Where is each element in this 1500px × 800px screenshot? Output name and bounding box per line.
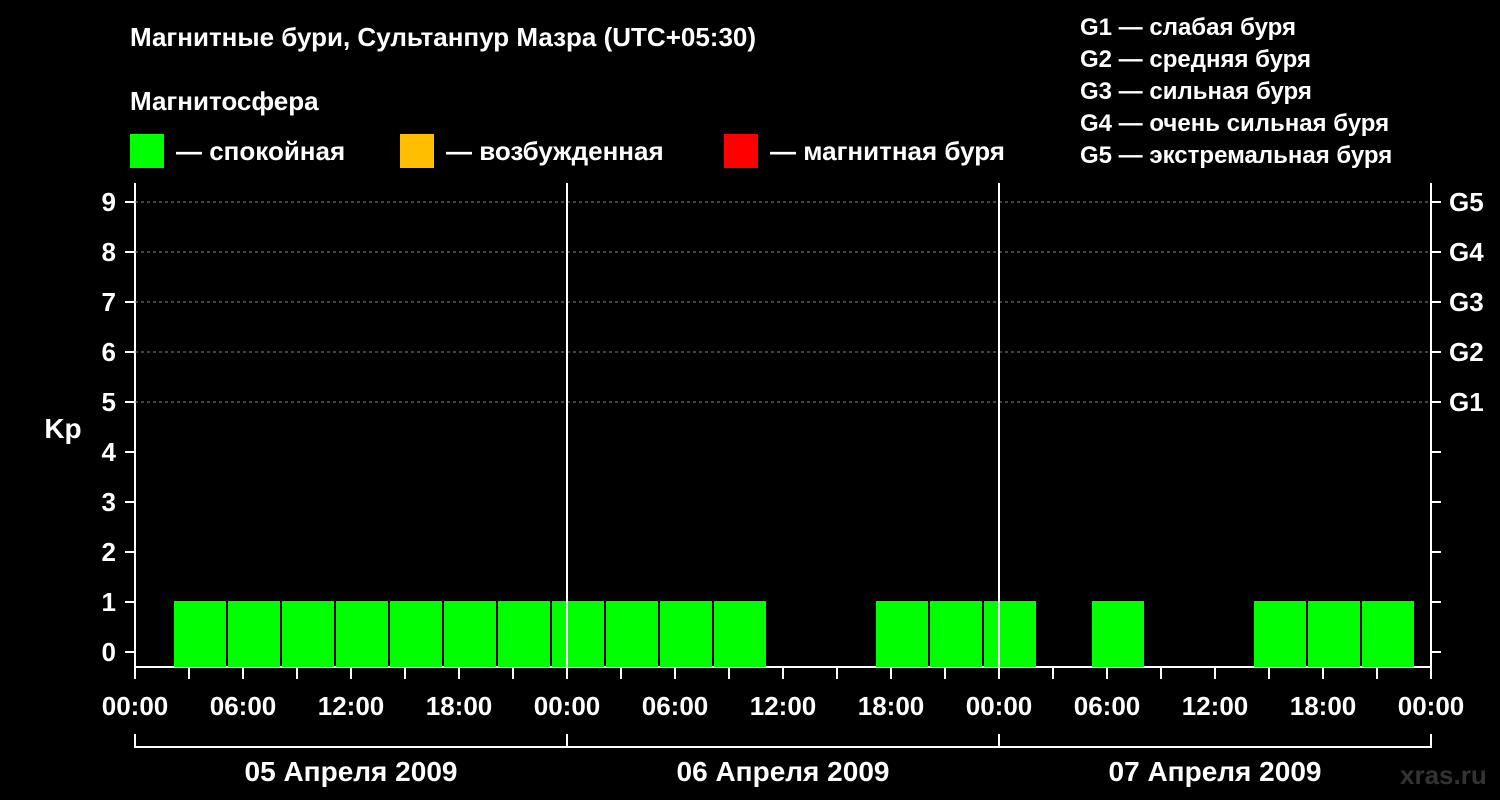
kp-bar [930,601,982,667]
kp-bar [1254,601,1306,667]
kp-bar [1308,601,1360,667]
g-scale-label: G1 [1449,387,1484,417]
x-tick-label: 00:00 [966,691,1033,721]
day-label: 07 Апреля 2009 [1109,756,1322,787]
g-scale-label: G3 [1449,287,1484,317]
kp-bar [876,601,928,667]
kp-bar [552,601,604,667]
kp-bar [1092,601,1144,667]
watermark: xras.ru [1400,760,1487,790]
x-tick-label: 18:00 [1290,691,1357,721]
kp-bar [984,601,1036,667]
kp-bar [498,601,550,667]
day-label: 06 Апреля 2009 [677,756,890,787]
y-tick-label: 3 [102,487,116,517]
y-tick-label: 7 [102,287,116,317]
x-tick-label: 06:00 [642,691,709,721]
y-axis-label: Kp [44,413,81,444]
x-tick-label: 12:00 [1182,691,1249,721]
g-scale-label: G5 [1449,187,1484,217]
x-tick-label: 00:00 [102,691,169,721]
kp-bar [1362,601,1414,667]
x-tick-label: 00:00 [1398,691,1465,721]
y-tick-label: 5 [102,387,116,417]
y-tick-label: 4 [102,437,117,467]
y-tick-label: 9 [102,187,116,217]
kp-bar [444,601,496,667]
kp-bar [336,601,388,667]
g-scale-label: G2 [1449,337,1484,367]
x-tick-label: 06:00 [1074,691,1141,721]
g-scale-label: G4 [1449,237,1484,267]
kp-bar [660,601,712,667]
x-tick-label: 18:00 [426,691,493,721]
y-tick-label: 1 [102,587,116,617]
y-tick-label: 0 [102,637,116,667]
y-tick-label: 8 [102,237,116,267]
kp-bar [282,601,334,667]
x-tick-label: 12:00 [750,691,817,721]
kp-bar [606,601,658,667]
kp-bar [174,601,226,667]
kp-bar [714,601,766,667]
x-tick-label: 06:00 [210,691,277,721]
kp-chart: 0 1 2 3 4 5 6 7 8 9 G1 G2 G3 G4 G5 Kp 00:00 06:00 12:00 18:… [44,183,1484,787]
kp-bar [390,601,442,667]
x-tick-label: 18:00 [858,691,925,721]
x-tick-label: 12:00 [318,691,385,721]
y-tick-label: 6 [102,337,116,367]
x-tick-label: 00:00 [534,691,601,721]
day-label: 05 Апреля 2009 [245,756,458,787]
y-tick-label: 2 [102,537,116,567]
kp-bar [228,601,280,667]
